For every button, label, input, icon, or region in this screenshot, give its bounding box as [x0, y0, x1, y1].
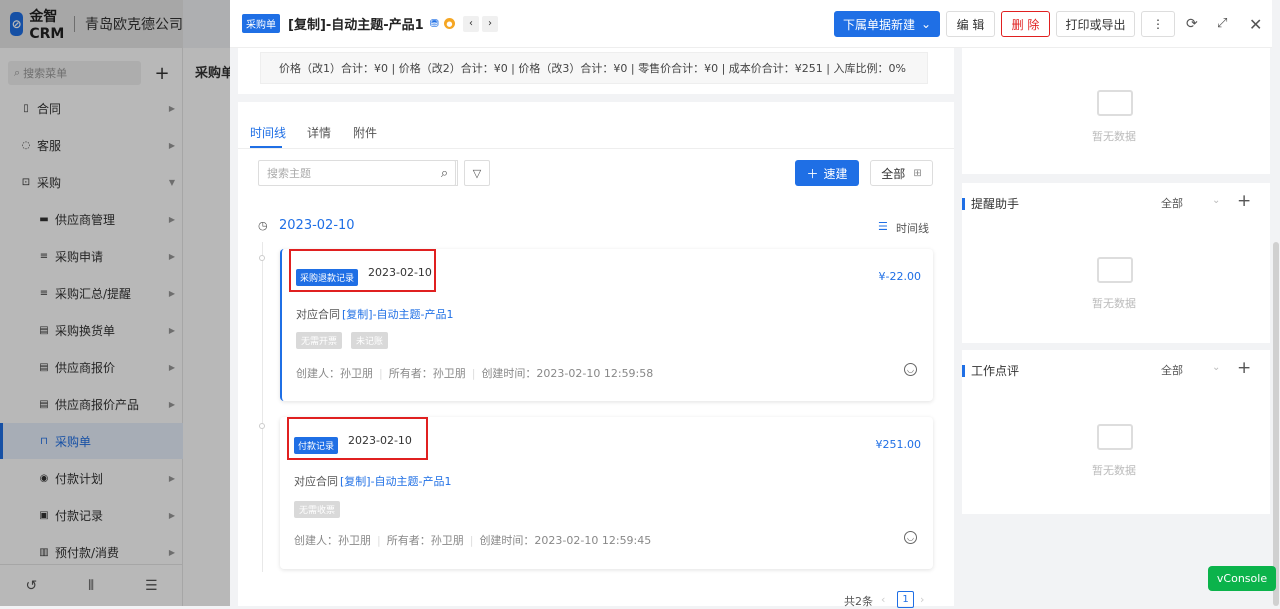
record-drawer: 采购单 [复制]-自动主题-产品1 ⛃ ● ‹ › 下属单据新建 ⌄ 编 辑 删 … — [230, 0, 1280, 608]
owner: 所有者：孙卫朋 — [388, 367, 466, 380]
timeline-card: 时间线 详情 附件 搜索主题 ⌕ ▽ ＋速建 全部 ⊞ ◷ 2023-02-10 … — [238, 102, 954, 608]
print-export-button[interactable]: 打印或导出 — [1056, 11, 1135, 37]
record-date: 2023-02-10 — [348, 434, 412, 447]
empty-text: 暂无数据 — [1092, 297, 1136, 310]
quick-create-button[interactable]: ＋ 速建 — [795, 160, 859, 186]
tab-divider — [238, 148, 954, 149]
sub-new-button[interactable]: 下属单据新建 ⌄ — [834, 11, 940, 37]
add-icon[interactable]: + — [1237, 358, 1251, 378]
drawer-topbar: 采购单 [复制]-自动主题-产品1 ⛃ ● ‹ › 下属单据新建 ⌄ 编 辑 删 … — [230, 0, 1280, 48]
plus-icon: ＋ — [806, 166, 819, 181]
quick-create-label: 速建 — [823, 166, 848, 181]
chevron-down-icon[interactable]: ⌄ — [1212, 195, 1220, 206]
empty-text: 暂无数据 — [1092, 464, 1136, 477]
chevron-down-icon: ⌄ — [920, 17, 932, 31]
work-review-panel: 工作点评 全部 ⌄ + 暂无数据 — [962, 350, 1270, 514]
share-icon[interactable]: ⛃ — [430, 17, 439, 30]
contract-label: 对应合同 — [294, 475, 338, 488]
grid-icon: ⊞ — [913, 167, 922, 179]
all-filter-button[interactable]: 全部 ⊞ — [870, 160, 933, 186]
vconsole-button[interactable]: vConsole — [1208, 566, 1276, 591]
timeline-dot — [259, 423, 265, 429]
creator: 创建人：孙卫朋 — [296, 367, 373, 380]
empty-box-icon — [1097, 424, 1133, 450]
page-number[interactable]: 1 — [897, 591, 914, 608]
record-amount: ¥251.00 — [875, 438, 922, 451]
panel-filter[interactable]: 全部 — [1161, 362, 1183, 378]
doc-title: [复制]-自动主题-产品1 — [288, 18, 424, 33]
panel-title: 提醒助手 — [962, 195, 1019, 212]
timeline-record-card[interactable]: 付款记录 2023-02-10 ¥251.00 对应合同 [复制]-自动主题-产… — [280, 417, 933, 569]
delete-button[interactable]: 删 除 — [1001, 11, 1050, 37]
more-button[interactable]: ⋮ — [1141, 11, 1175, 37]
record-type-badge: 付款记录 — [294, 437, 339, 454]
right-panel-1: 暂无数据 — [962, 48, 1270, 174]
clock-icon: ◷ — [258, 219, 268, 232]
panel-filter[interactable]: 全部 — [1161, 195, 1183, 211]
tag-no-receipt: 无需收票 — [294, 501, 341, 518]
meta-separator: | — [379, 367, 383, 380]
record-type-badge: 采购退款记录 — [296, 269, 359, 286]
prev-page-icon[interactable]: ‹ — [881, 593, 885, 606]
tab-timeline[interactable]: 时间线 — [250, 124, 286, 141]
next-page-icon[interactable]: › — [920, 593, 924, 606]
add-icon[interactable]: + — [1237, 191, 1251, 211]
contract-link[interactable]: [复制]-自动主题-产品1 — [340, 473, 452, 489]
pagination-total: 共2条 — [844, 595, 873, 608]
meta-separator: | — [471, 367, 476, 380]
timeline-record-card[interactable]: 采购退款记录 2023-02-10 ¥-22.00 对应合同 [复制]-自动主题… — [280, 249, 933, 401]
tag-no-invoice: 无需开票 — [296, 332, 343, 349]
empty-box-icon — [1097, 257, 1133, 283]
timeline-date: 2023-02-10 — [279, 218, 355, 233]
contract-label: 对应合同 — [296, 308, 340, 321]
tag-unbooked: 未记账 — [351, 332, 389, 349]
timeline-view-toggle[interactable]: 时间线 — [896, 220, 929, 236]
meta-separator: | — [377, 534, 381, 547]
record-amount: ¥-22.00 — [878, 270, 921, 283]
next-record-button[interactable]: › — [481, 15, 498, 32]
tab-attachments[interactable]: 附件 — [353, 124, 377, 141]
tab-details[interactable]: 详情 — [307, 124, 331, 141]
chevron-down-icon[interactable]: ⌄ — [1212, 362, 1220, 373]
empty-box-icon — [1097, 90, 1133, 116]
reminder-panel: 提醒助手 全部 ⌄ + 暂无数据 — [962, 183, 1270, 343]
created-time: 创建时间：2023-02-10 12:59:45 — [479, 534, 652, 547]
timeline-line — [262, 242, 263, 572]
sub-new-label: 下属单据新建 — [842, 17, 915, 32]
empty-text: 暂无数据 — [1092, 130, 1136, 143]
star-icon[interactable]: ● — [443, 18, 455, 29]
comment-icon[interactable]: ◡ — [904, 531, 917, 544]
prev-record-button[interactable]: ‹ — [462, 15, 479, 32]
filter-icon[interactable]: ▽ — [464, 160, 490, 186]
scrollbar-thumb[interactable] — [1273, 242, 1279, 606]
doc-type-badge: 采购单 — [242, 14, 280, 33]
record-meta: 创建人：孙卫朋 | 所有者：孙卫朋 | 创建时间：2023-02-10 12:59:58 — [296, 365, 653, 381]
fullscreen-icon[interactable]: ⤢ — [1217, 16, 1227, 31]
record-date: 2023-02-10 — [368, 266, 432, 279]
timeline-view-icon[interactable]: ☰ — [878, 220, 888, 233]
panel-title: 工作点评 — [962, 362, 1019, 379]
edit-button[interactable]: 编 辑 — [946, 11, 995, 37]
price-summary: 价格（改1）合计：¥0 | 价格（改2）合计：¥0 | 价格（改3）合计：¥0 … — [260, 52, 928, 84]
meta-separator: | — [469, 534, 474, 547]
record-meta: 创建人：孙卫朋 | 所有者：孙卫朋 | 创建时间：2023-02-10 12:59:45 — [294, 532, 651, 548]
search-icon[interactable]: ⌕ — [432, 160, 458, 186]
refresh-icon[interactable]: ⟳ — [1186, 16, 1198, 32]
comment-icon[interactable]: ◡ — [904, 363, 917, 376]
topic-search-input[interactable]: 搜索主题 — [258, 160, 456, 186]
contract-link[interactable]: [复制]-自动主题-产品1 — [342, 306, 454, 322]
timeline-dot — [259, 255, 265, 261]
close-icon[interactable]: ✕ — [1249, 15, 1262, 34]
owner: 所有者：孙卫朋 — [386, 534, 464, 547]
creator: 创建人：孙卫朋 — [294, 534, 371, 547]
all-filter-label: 全部 — [881, 166, 906, 181]
created-time: 创建时间：2023-02-10 12:59:58 — [481, 367, 654, 380]
